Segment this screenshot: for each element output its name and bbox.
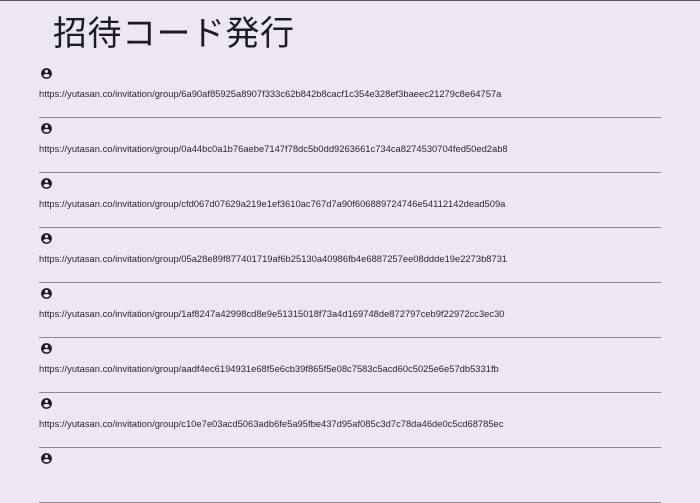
invitation-item[interactable]: https://yutasan.co/invitation/group/1af8… [39,283,661,338]
invitation-url: https://yutasan.co/invitation/group/cfd0… [39,198,506,209]
invitation-url: https://yutasan.co/invitation/group/aadf… [39,363,499,374]
account-circle-icon [40,122,53,135]
invitation-url: https://yutasan.co/invitation/group/6a90… [39,88,502,99]
invitation-url: https://yutasan.co/invitation/group/c10e… [39,418,504,429]
account-circle-icon [40,177,53,190]
invitation-url: https://yutasan.co/invitation/group/0a44… [39,143,508,154]
account-circle-icon [40,397,53,410]
invitation-item[interactable]: https://yutasan.co/invitation/group/6a90… [39,63,661,118]
page-title: 招待コード発行 [53,14,295,54]
invitation-item[interactable]: https://yutasan.co/invitation/group/c10e… [39,393,661,448]
invitation-url: https://yutasan.co/invitation/group/05a2… [39,253,508,264]
invitation-item-partial[interactable] [39,448,661,503]
invitation-item[interactable]: https://yutasan.co/invitation/group/aadf… [39,338,661,393]
invitation-item[interactable]: https://yutasan.co/invitation/group/05a2… [39,228,661,283]
account-circle-icon [40,287,53,300]
account-circle-icon [40,67,53,80]
invitation-item[interactable]: https://yutasan.co/invitation/group/cfd0… [39,173,661,228]
account-circle-icon [40,342,53,355]
account-circle-icon [40,452,53,465]
invitation-item[interactable]: https://yutasan.co/invitation/group/0a44… [39,118,661,173]
invitation-list: https://yutasan.co/invitation/group/6a90… [39,63,661,503]
account-circle-icon [40,232,53,245]
invitation-url: https://yutasan.co/invitation/group/1af8… [39,308,505,319]
